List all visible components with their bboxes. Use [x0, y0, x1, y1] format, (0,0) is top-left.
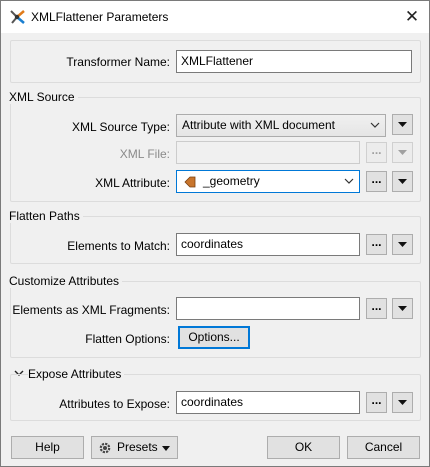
ellipsis-label: ...	[371, 172, 382, 186]
presets-label: Presets	[117, 440, 158, 454]
elements-to-match-browse-button[interactable]: ...	[366, 234, 387, 255]
flatten-options-label: Flatten Options:	[85, 332, 170, 346]
triangle-down-icon	[398, 179, 407, 184]
xml-attribute-browse-button[interactable]: ...	[366, 171, 387, 192]
xml-fragments-browse-button[interactable]: ...	[366, 298, 387, 319]
gear-icon	[99, 442, 111, 454]
ellipsis-label: ...	[371, 143, 382, 157]
triangle-down-icon	[162, 446, 170, 451]
attributes-to-expose-menu-button[interactable]	[392, 392, 413, 413]
xml-attribute-value: _geometry	[203, 174, 260, 188]
ellipsis-label: ...	[371, 393, 382, 407]
elements-to-match-label: Elements to Match:	[67, 239, 170, 253]
triangle-down-icon	[398, 122, 407, 127]
cancel-button[interactable]: Cancel	[347, 436, 420, 459]
xml-fragments-menu-button[interactable]	[392, 298, 413, 319]
elements-to-match-input[interactable]: coordinates	[176, 233, 360, 256]
xml-attribute-menu-button[interactable]	[392, 171, 413, 192]
fme-app-icon	[10, 10, 25, 24]
xml-source-type-label: XML Source Type:	[71, 120, 170, 134]
ellipsis-label: ...	[371, 235, 382, 249]
triangle-down-icon	[398, 306, 407, 311]
triangle-down-icon	[398, 150, 407, 155]
window-title: XMLFlattener Parameters	[31, 10, 169, 24]
close-icon: ✕	[404, 7, 420, 26]
close-button[interactable]: ✕	[395, 1, 429, 33]
xml-fragments-label: Elements as XML Fragments:	[12, 303, 170, 317]
triangle-down-icon	[398, 400, 407, 405]
chevron-down-icon	[344, 171, 354, 184]
help-button[interactable]: Help	[11, 436, 84, 459]
flatten-paths-title: Flatten Paths	[9, 209, 83, 223]
ok-button[interactable]: OK	[267, 436, 340, 459]
expose-attributes-title: Expose Attributes	[28, 367, 125, 381]
elements-to-match-menu-button[interactable]	[392, 234, 413, 255]
xml-source-type-menu-button[interactable]	[392, 114, 413, 135]
transformer-name-input[interactable]: XMLFlattener	[176, 50, 412, 73]
attribute-icon	[184, 176, 196, 188]
xml-fragments-input[interactable]	[176, 297, 360, 320]
xml-attribute-label: XML Attribute:	[95, 176, 170, 190]
xml-file-menu-button[interactable]	[392, 142, 413, 163]
ellipsis-label: ...	[371, 299, 382, 313]
flatten-options-button[interactable]: Options...	[178, 326, 250, 349]
customize-attributes-title: Customize Attributes	[9, 274, 123, 288]
chevron-down-icon	[370, 115, 380, 128]
xml-source-type-value: Attribute with XML document	[182, 118, 335, 132]
xml-file-input[interactable]	[176, 141, 360, 164]
title-bar: XMLFlattener Parameters ✕	[1, 1, 429, 33]
xml-file-label: XML File:	[119, 147, 170, 161]
attributes-to-expose-input[interactable]: coordinates	[176, 391, 360, 414]
attributes-to-expose-browse-button[interactable]: ...	[366, 392, 387, 413]
presets-button[interactable]: Presets	[91, 436, 178, 459]
xml-file-browse-button[interactable]: ...	[366, 142, 387, 163]
triangle-down-icon	[398, 242, 407, 247]
dialog-window: XMLFlattener Parameters ✕ Transformer Na…	[0, 0, 430, 467]
transformer-name-label: Transformer Name:	[66, 55, 170, 69]
xml-source-title: XML Source	[9, 90, 78, 104]
attributes-to-expose-label: Attributes to Expose:	[59, 397, 170, 411]
xml-source-type-select[interactable]: Attribute with XML document	[176, 114, 386, 137]
xml-attribute-select[interactable]: _geometry	[176, 170, 360, 193]
